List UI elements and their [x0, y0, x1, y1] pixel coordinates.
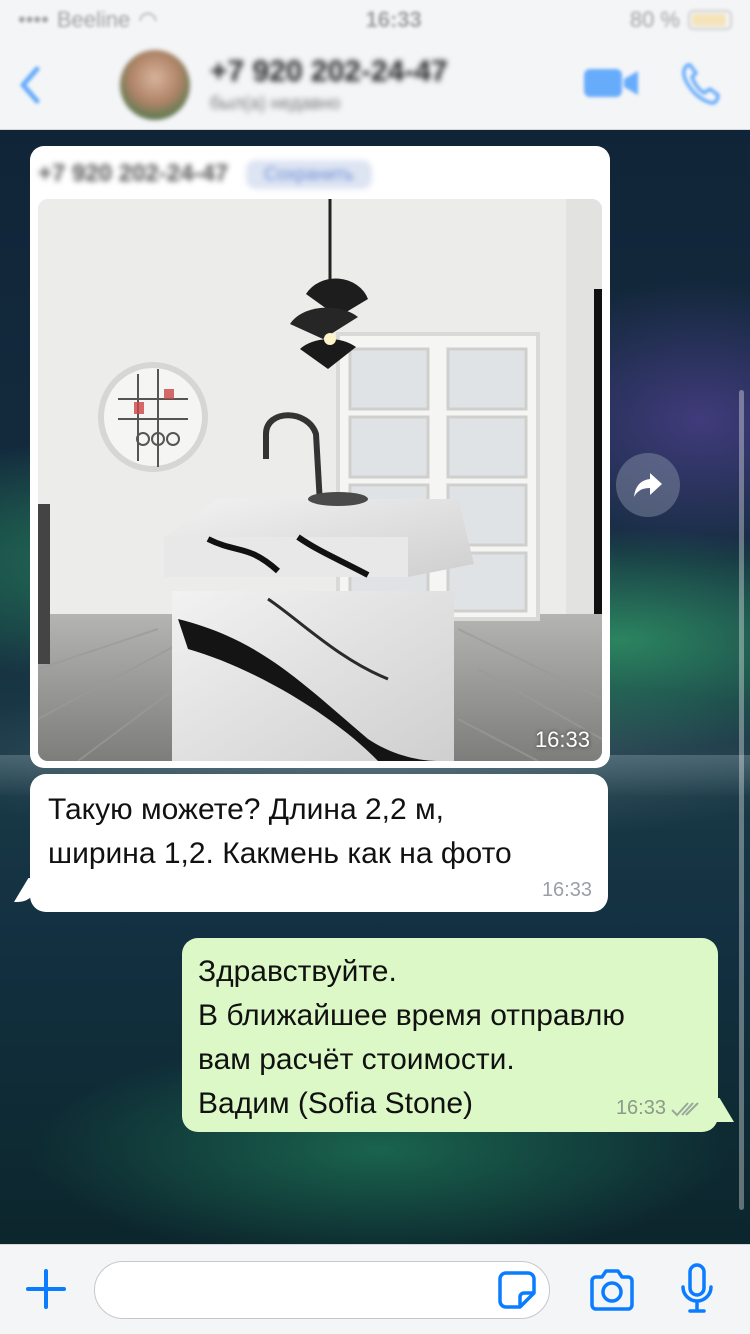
- voice-call-button[interactable]: [680, 61, 720, 110]
- incoming-message[interactable]: Такую можете? Длина 2,2 м, ширина 1,2. К…: [30, 774, 608, 912]
- input-bar: [0, 1244, 750, 1334]
- status-right: 80 %: [630, 7, 732, 33]
- contact-status: был(а) недавно: [210, 93, 341, 113]
- forwarded-from: +7 920 202-24-47: [38, 160, 229, 187]
- sticker-icon: [498, 1271, 536, 1309]
- kitchen-island-illustration: [38, 199, 602, 761]
- wifi-icon: ◠: [138, 7, 158, 32]
- battery-percent: 80 %: [629, 7, 680, 32]
- image-message[interactable]: +7 920 202-24-47 Сохранить 16:33: [30, 146, 610, 768]
- kitchen-photo[interactable]: 16:33: [38, 199, 602, 761]
- chevron-left-icon: [20, 66, 40, 103]
- status-bar: •••• Beeline ◠ 16:33 80 %: [0, 0, 750, 40]
- outgoing-message-time: 16:33: [615, 1097, 666, 1119]
- contact-name: +7 920 202-24-47: [210, 55, 448, 88]
- video-camera-icon: [584, 68, 638, 97]
- back-button[interactable]: [0, 40, 60, 130]
- carrier-label: Beeline: [56, 7, 131, 32]
- outgoing-message-meta: 16:33: [616, 1097, 704, 1120]
- outgoing-message[interactable]: Здравствуйте. В ближайшее время отправлю…: [182, 938, 718, 1132]
- incoming-message-time: 16:33: [541, 879, 592, 901]
- video-call-button[interactable]: [582, 65, 640, 106]
- camera-icon: [590, 1269, 634, 1311]
- phone-icon: [682, 62, 720, 105]
- scrollbar[interactable]: [739, 390, 744, 1210]
- camera-button[interactable]: [588, 1269, 636, 1311]
- incoming-message-text: Такую можете? Длина 2,2 м, ширина 1,2. К…: [48, 793, 512, 870]
- forwarded-tag: Сохранить: [246, 159, 372, 189]
- status-left: •••• Beeline ◠: [18, 7, 157, 33]
- double-check-icon: [671, 1101, 699, 1116]
- status-time: 16:33: [365, 7, 422, 32]
- chat-header: +7 920 202-24-47 был(а) недавно: [0, 40, 750, 130]
- contact-avatar[interactable]: [120, 49, 190, 120]
- forward-button[interactable]: [616, 453, 680, 517]
- forwarded-header: +7 920 202-24-47 Сохранить: [38, 154, 598, 194]
- image-timestamp: 16:33: [534, 727, 590, 752]
- message-input[interactable]: [94, 1261, 550, 1319]
- plus-icon: [26, 1269, 66, 1309]
- signal-icon: ••••: [18, 7, 49, 32]
- header-actions: [582, 40, 720, 130]
- chat-area[interactable]: +7 920 202-24-47 Сохранить 16:33 Такую м…: [0, 130, 750, 1244]
- sticker-button[interactable]: [498, 1271, 536, 1309]
- attach-button[interactable]: [24, 1267, 68, 1311]
- battery-icon: [688, 10, 732, 30]
- forward-arrow-icon: [634, 473, 662, 497]
- microphone-icon: [681, 1263, 713, 1313]
- microphone-button[interactable]: [680, 1263, 714, 1315]
- contact-info[interactable]: +7 920 202-24-47 был(а) недавно: [210, 55, 448, 114]
